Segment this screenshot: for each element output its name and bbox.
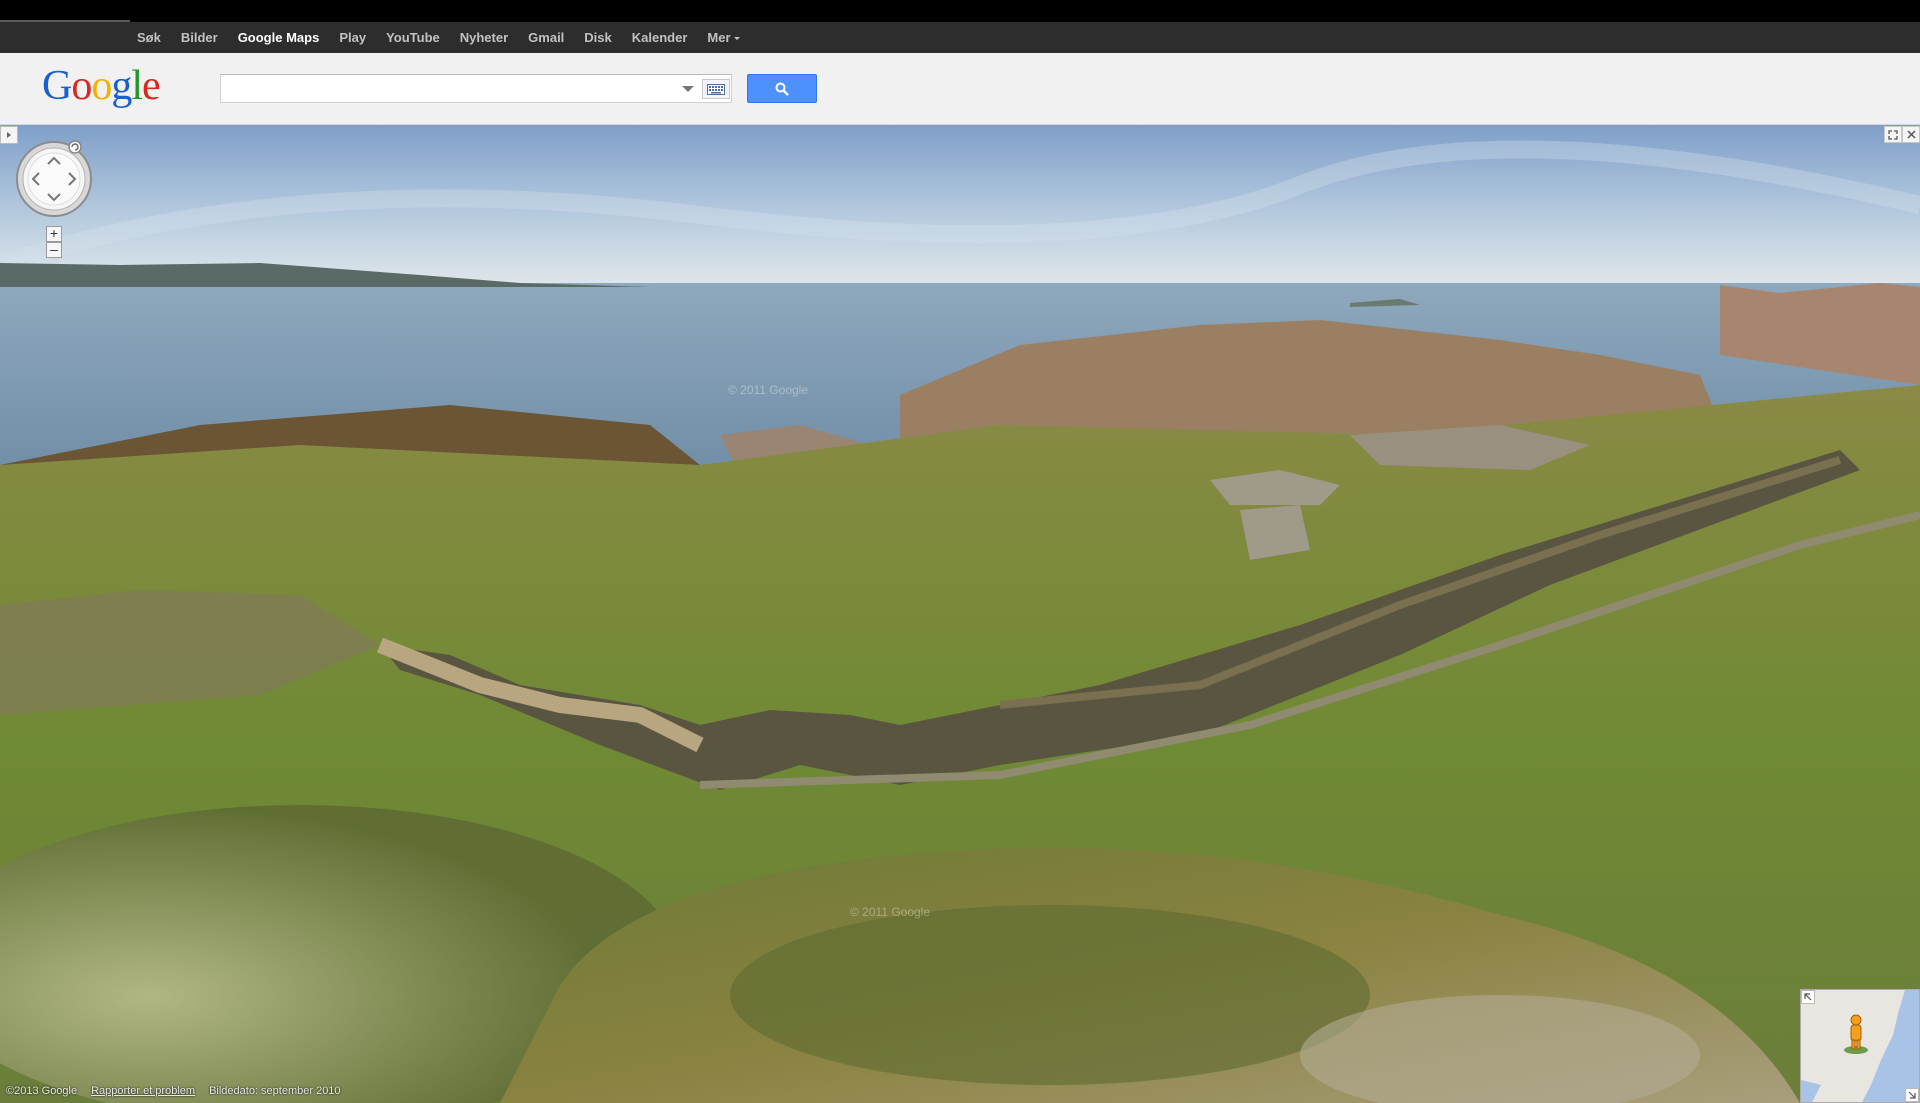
pan-compass-icon — [16, 140, 92, 217]
pan-control[interactable] — [15, 140, 93, 218]
search-button[interactable] — [747, 74, 817, 103]
street-view-minimap[interactable] — [1800, 989, 1920, 1103]
zoom-in-button[interactable]: + — [46, 226, 62, 242]
nav-item-kalender[interactable]: Kalender — [632, 30, 688, 45]
search-icon — [775, 82, 789, 96]
street-view-footer: ©2013 Google Rapporter et problem Bilded… — [6, 1085, 341, 1097]
fullscreen-button[interactable] — [1884, 126, 1902, 143]
panorama-scene — [0, 125, 1920, 1103]
close-button[interactable] — [1902, 126, 1920, 143]
nav-item-more[interactable]: Mer — [707, 30, 740, 45]
nav-item-gmail[interactable]: Gmail — [528, 30, 564, 45]
caret-down-icon — [733, 37, 740, 41]
keyboard-button[interactable] — [702, 79, 730, 99]
google-bar: Søk Bilder Google Maps Play YouTube Nyhe… — [0, 22, 1920, 53]
nav-item-bilder[interactable]: Bilder — [181, 30, 218, 45]
minimap-collapse-button[interactable] — [1905, 1088, 1919, 1102]
copyright-text: ©2013 Google — [6, 1085, 78, 1097]
report-problem-link[interactable]: Rapporter et problem — [91, 1085, 195, 1097]
nav-item-sok[interactable]: Søk — [137, 30, 161, 45]
expand-icon — [1888, 129, 1898, 140]
keyboard-icon — [707, 83, 725, 95]
minimap-expand-button[interactable] — [1801, 990, 1815, 1004]
pegman-icon — [1844, 1014, 1868, 1054]
arrow-down-right-icon — [1908, 1091, 1916, 1099]
chevron-right-icon — [7, 132, 11, 138]
search-dropdown-arrow-icon[interactable] — [682, 86, 694, 92]
nav-item-disk[interactable]: Disk — [584, 30, 611, 45]
more-label: Mer — [707, 30, 731, 45]
zoom-control: + – — [46, 226, 62, 258]
close-icon — [1906, 130, 1916, 139]
street-view-panorama[interactable]: © 2011 Google © 2011 Google ©2013 Google… — [0, 125, 1920, 1103]
nav-item-google-maps[interactable]: Google Maps — [238, 30, 320, 45]
nav-item-youtube[interactable]: YouTube — [386, 30, 440, 45]
zoom-out-button[interactable]: – — [46, 242, 62, 258]
nav-item-play[interactable]: Play — [339, 30, 366, 45]
panorama-watermark: © 2011 Google — [850, 905, 931, 919]
arrow-up-left-icon — [1804, 993, 1812, 1001]
panorama-window-controls — [1884, 126, 1920, 143]
panorama-watermark: © 2011 Google — [728, 383, 809, 397]
search-header: Google — [0, 53, 1920, 125]
top-black-strip — [0, 0, 1920, 22]
nav-item-nyheter[interactable]: Nyheter — [460, 30, 508, 45]
image-date-text: Bildedato: september 2010 — [209, 1085, 341, 1097]
search-box — [220, 74, 732, 103]
google-logo[interactable]: Google — [42, 65, 161, 107]
search-input[interactable] — [221, 75, 661, 102]
